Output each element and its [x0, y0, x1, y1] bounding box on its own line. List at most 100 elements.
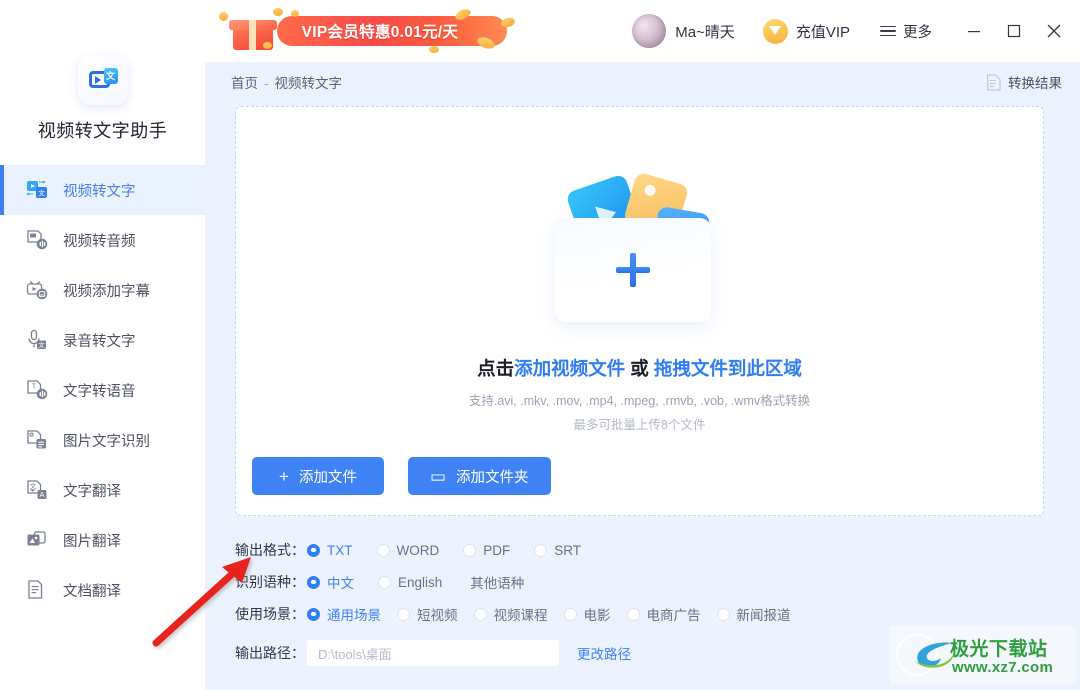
- change-path-link[interactable]: 更改路径: [577, 643, 631, 663]
- radio-icon: [534, 543, 548, 557]
- scene-option-ecommerce-ad[interactable]: 电商广告: [626, 604, 701, 624]
- avatar: [632, 14, 667, 48]
- audio-to-text-icon: 文: [26, 329, 48, 351]
- sidebar-item-label: 视频转音频: [63, 233, 136, 250]
- radio-icon: [473, 607, 487, 621]
- user-account[interactable]: Ma~晴天: [632, 14, 735, 48]
- app-logo-icon: 文: [77, 55, 128, 105]
- scene-option-label: 视频课程: [493, 608, 548, 623]
- sidebar-item-label: 文字转语音: [63, 383, 136, 400]
- coin-icon: [263, 42, 272, 49]
- more-menu-button[interactable]: 更多: [880, 21, 932, 42]
- maximize-button[interactable]: [994, 11, 1034, 51]
- dropzone-actions: + 添加文件 ▭ 添加文件夹: [252, 457, 551, 495]
- recharge-vip-button[interactable]: 充值VIP: [762, 18, 850, 44]
- add-subtitle-icon: [26, 279, 48, 301]
- minimize-button[interactable]: [954, 11, 994, 51]
- sidebar-item-label: 视频添加字幕: [63, 283, 150, 300]
- add-file-button[interactable]: + 添加文件: [252, 457, 384, 495]
- format-option-srt[interactable]: SRT: [534, 543, 581, 558]
- scene-options: 通用场景 短视频 视频课程 电影 电商广告 新闻报道: [307, 604, 791, 624]
- format-option-word[interactable]: WORD: [376, 542, 440, 558]
- add-folder-label: 添加文件夹: [456, 469, 529, 486]
- scene-option-label: 短视频: [417, 608, 458, 623]
- svg-text:A: A: [39, 490, 44, 499]
- radio-icon: [307, 607, 320, 621]
- add-file-label: 添加文件: [298, 469, 357, 486]
- scene-option-general[interactable]: 通用场景: [307, 604, 381, 624]
- upload-illustration: [236, 167, 1043, 337]
- logo-badge-text: 文: [103, 68, 118, 84]
- gift-box-icon: [227, 14, 289, 52]
- sidebar-item-label: 视频转文字: [63, 183, 136, 200]
- close-button[interactable]: [1034, 11, 1074, 51]
- scene-label: 使用场景：: [235, 606, 305, 622]
- radio-icon: [307, 575, 320, 589]
- language-option-label: English: [398, 574, 443, 590]
- sidebar-item-label: 文档翻译: [63, 583, 121, 600]
- coin-icon: [429, 46, 439, 53]
- scene-option-label: 电商广告: [646, 608, 701, 623]
- file-drop-zone[interactable]: 点击添加视频文件 或 拖拽文件到此区域 支持.avi, .mkv, .mov, …: [235, 106, 1044, 516]
- hamburger-icon: [880, 25, 896, 37]
- sidebar-item-text-to-speech[interactable]: T 文字转语音: [0, 365, 205, 415]
- sidebar-item-add-subtitle[interactable]: 视频添加字幕: [0, 265, 205, 315]
- folder-icon: ▭: [430, 466, 447, 486]
- dropzone-add-link[interactable]: 添加视频文件: [514, 358, 625, 379]
- format-option-pdf[interactable]: PDF: [463, 543, 510, 558]
- title-bar: VIP会员特惠0.01元/天 Ma~晴天 充值VIP 更多: [205, 0, 1080, 62]
- document-icon: [986, 73, 1001, 91]
- sidebar-item-video-to-text[interactable]: 文 视频转文字: [0, 165, 205, 215]
- sidebar-item-video-to-audio[interactable]: 视频转音频: [0, 215, 205, 265]
- format-option-txt[interactable]: TXT: [307, 543, 353, 558]
- sidebar-item-text-translate[interactable]: 文 A 文字翻译: [0, 465, 205, 515]
- breadcrumb-bar: 首页 - 视频转文字 转换结果: [205, 62, 1080, 102]
- format-option-label: WORD: [396, 542, 440, 558]
- sidebar-item-label: 录音转文字: [63, 333, 136, 350]
- breadcrumb: 首页 - 视频转文字: [231, 72, 342, 92]
- language-options: 中文 English 其他语种: [307, 572, 548, 592]
- language-option-chinese[interactable]: 中文: [307, 572, 354, 592]
- scene-option-news[interactable]: 新闻报道: [716, 604, 791, 624]
- scene-option-movie[interactable]: 电影: [563, 604, 611, 624]
- scene-option-short-video[interactable]: 短视频: [397, 604, 458, 624]
- svg-text:T: T: [32, 384, 37, 391]
- language-row: 识别语种： 中文 English 其他语种: [235, 566, 1050, 598]
- dropzone-title-mid: 或: [625, 358, 654, 379]
- titlebar-right: Ma~晴天 充值VIP 更多: [632, 0, 1080, 62]
- app-title: 视频转文字助手: [37, 121, 168, 141]
- breadcrumb-separator: -: [264, 76, 269, 91]
- document-translate-icon: [26, 579, 48, 601]
- watermark-title: 极光下载站: [950, 639, 1048, 660]
- output-path-input[interactable]: D:\tools\桌面: [307, 640, 559, 666]
- watermark: 极光下载站 www.xz7.com: [890, 626, 1076, 684]
- language-option-other[interactable]: 其他语种: [470, 572, 524, 592]
- language-option-english[interactable]: English: [378, 575, 442, 590]
- format-option-label: SRT: [554, 542, 582, 558]
- batch-limit-note: 最多可批量上传8个文件: [573, 418, 706, 432]
- sidebar-item-image-ocr[interactable]: 图片文字识别: [0, 415, 205, 465]
- conversion-result-button[interactable]: 转换结果: [986, 72, 1062, 92]
- vip-promo-banner[interactable]: VIP会员特惠0.01元/天: [219, 6, 517, 56]
- main-area: VIP会员特惠0.01元/天 Ma~晴天 充值VIP 更多 首页 - 视频转文字…: [205, 0, 1080, 690]
- format-option-label: TXT: [327, 542, 353, 558]
- scene-option-course[interactable]: 视频课程: [473, 604, 548, 624]
- output-format-options: TXT WORD PDF SRT: [307, 543, 605, 558]
- sidebar-item-document-translate[interactable]: 文档翻译: [0, 565, 205, 615]
- plus-icon: [615, 253, 650, 287]
- add-folder-button[interactable]: ▭ 添加文件夹: [408, 457, 551, 495]
- dropzone-title: 点击添加视频文件 或 拖拽文件到此区域: [236, 355, 1043, 381]
- more-label: 更多: [903, 24, 932, 41]
- sidebar-item-audio-to-text[interactable]: 文 录音转文字: [0, 315, 205, 365]
- image-ocr-icon: [26, 429, 48, 451]
- sidebar-item-label: 图片文字识别: [63, 433, 150, 450]
- breadcrumb-home[interactable]: 首页: [231, 76, 258, 91]
- sidebar-nav: 文 视频转文字 视频转音频 视频添加字幕 文 录音转文字 T 文字转语音 图片文…: [0, 160, 205, 615]
- radio-icon: [716, 607, 730, 621]
- folder-icon: [554, 218, 711, 322]
- svg-text:文: 文: [38, 189, 45, 198]
- sidebar-item-label: 图片翻译: [63, 533, 121, 550]
- breadcrumb-current: 视频转文字: [274, 76, 343, 91]
- sidebar-item-image-translate[interactable]: 图片翻译: [0, 515, 205, 565]
- dropzone-title-prefix: 点击: [477, 358, 515, 379]
